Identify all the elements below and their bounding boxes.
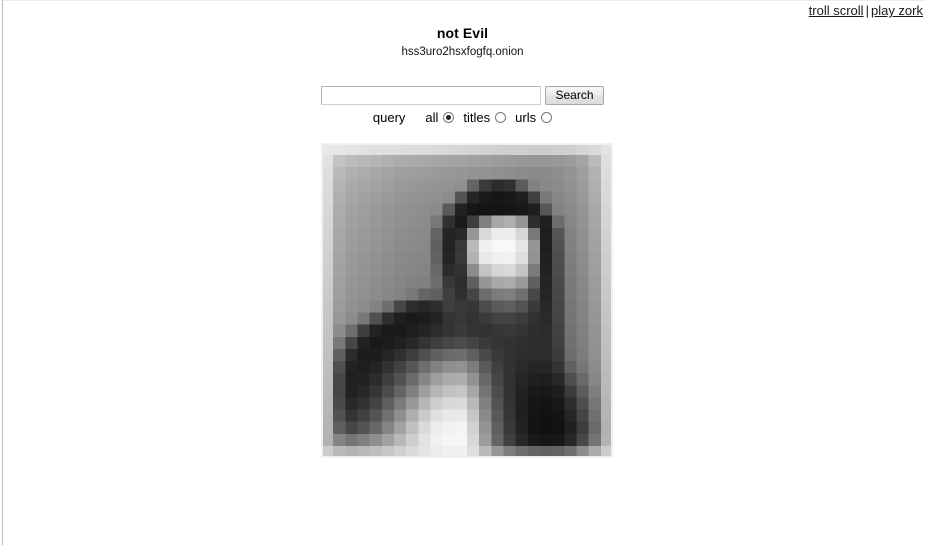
search-input[interactable] (321, 85, 542, 105)
radio-urls[interactable] (541, 111, 553, 123)
top-navigation: troll scroll | play zork (809, 3, 923, 19)
nav-separator: | (865, 3, 869, 18)
search-form: Search query all titles urls (0, 82, 925, 127)
page-top-border (3, 0, 925, 1)
troll-scroll-link[interactable]: troll scroll (809, 3, 864, 18)
radio-all[interactable] (443, 111, 455, 123)
onion-address: hss3uro2hsxfogfq.onion (401, 46, 524, 58)
query-label: query (372, 109, 406, 125)
hero-photo (321, 143, 613, 458)
play-zork-link[interactable]: play zork (871, 3, 923, 18)
search-row: Search (321, 85, 604, 105)
search-button[interactable]: Search (545, 85, 604, 105)
radio-label-all: all (425, 109, 439, 125)
page-title: not Evil (436, 25, 489, 41)
radio-label-titles: titles (463, 109, 491, 125)
search-scope-options: query all titles urls (0, 109, 925, 127)
hero-photo-canvas (321, 143, 613, 458)
site-header: not Evil hss3uro2hsxfogfq.onion (0, 24, 925, 60)
radio-titles[interactable] (495, 111, 507, 123)
radio-label-urls: urls (515, 109, 537, 125)
